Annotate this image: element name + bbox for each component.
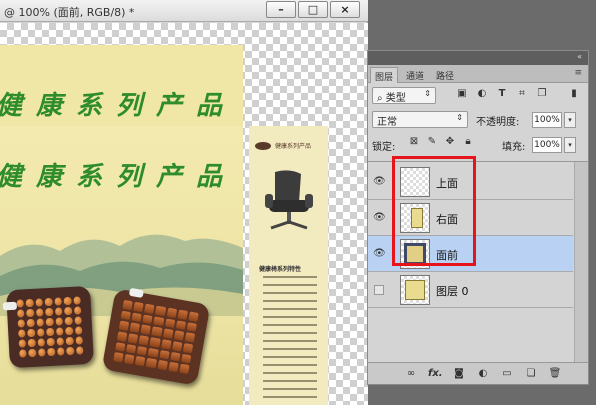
chevron-updown-icon: ⇕: [424, 89, 431, 98]
minimize-button[interactable]: –: [266, 1, 296, 18]
filter-type-select[interactable]: ⌕ 类型 ⇕: [372, 87, 436, 104]
lock-label: 锁定:: [372, 142, 396, 153]
opacity-dropdown-icon[interactable]: ▾: [564, 112, 576, 128]
layer-row-layer0[interactable]: 图层 0: [368, 272, 573, 308]
folder-icon[interactable]: ▭: [500, 367, 514, 381]
filter-row: ⌕ 类型 ⇕ ▣ ◐ T ⌗ ❐ ▮: [368, 85, 588, 107]
tab-channels[interactable]: 通道: [402, 67, 428, 83]
filter-type-value: 类型: [385, 93, 406, 104]
image-filter-icon[interactable]: ▣: [456, 88, 468, 100]
canvas-area[interactable]: 健康系列产品 健康系列产品 健康系列产品 健康椅系列特性: [0, 23, 368, 405]
brand-logo: [255, 142, 271, 150]
fx-icon[interactable]: fx.: [428, 367, 443, 381]
adjustment-icon[interactable]: ◐: [476, 367, 490, 381]
massage-mat-image: [2, 285, 94, 369]
filter-toggle-icon[interactable]: ▮: [568, 88, 580, 100]
smart-object-filter-icon[interactable]: ❐: [536, 88, 548, 100]
close-button[interactable]: ×: [330, 1, 360, 18]
trash-icon[interactable]: 🗑︎: [548, 367, 562, 381]
side-panel-artwork: 健康系列产品 健康椅系列特性: [249, 126, 328, 405]
opacity-input[interactable]: 100%: [532, 112, 562, 128]
mat-tiles: [113, 299, 199, 375]
document-window: @ 100% (面前, RGB/8) * – □ × 健康系列产品 健康系列产品: [0, 0, 368, 405]
side-body-text: [263, 276, 317, 404]
tab-layers[interactable]: 图层: [370, 67, 399, 83]
window-controls: – □ ×: [266, 1, 360, 18]
lock-brush-icon[interactable]: ✎: [426, 136, 438, 148]
front-panel-title: 健康系列产品: [0, 162, 237, 192]
collapse-panel-icon[interactable]: «: [577, 52, 582, 61]
document-title: @ 100% (面前, RGB/8) *: [4, 6, 135, 19]
side-heading: 健康椅系列特性: [259, 266, 302, 273]
lock-row: 锁定: ⊠ ✎ ✥ 🔒︎ 填充: 100% ▾: [368, 134, 588, 156]
blend-mode-value: 正常: [377, 117, 397, 128]
annotation-highlight-box: [392, 156, 476, 266]
lock-transparent-icon[interactable]: ⊠: [408, 136, 420, 148]
layer-list-scrollbar[interactable]: [574, 162, 588, 372]
visibility-off-box[interactable]: [374, 285, 384, 295]
visibility-eye-icon[interactable]: 👁︎: [373, 176, 386, 188]
search-icon: ⌕: [377, 93, 386, 104]
panel-tabs: 图层 通道 路径 ≡: [368, 65, 588, 83]
side-brand-text: 健康系列产品: [275, 143, 312, 150]
panel-header[interactable]: «: [368, 51, 588, 65]
top-panel-title: 健康系列产品: [0, 91, 237, 121]
chair-image: [265, 170, 313, 230]
shape-filter-icon[interactable]: ⌗: [516, 88, 528, 100]
type-filter-icon[interactable]: T: [496, 88, 508, 100]
lock-all-icon[interactable]: 🔒︎: [462, 136, 474, 148]
layer-thumbnail: [400, 275, 430, 305]
lock-position-icon[interactable]: ✥: [444, 136, 456, 148]
fill-dropdown-icon[interactable]: ▾: [564, 137, 576, 153]
restore-button[interactable]: □: [298, 1, 328, 18]
fill-input[interactable]: 100%: [532, 137, 562, 153]
new-layer-icon[interactable]: ❏: [524, 367, 538, 381]
layer-name[interactable]: 图层 0: [436, 283, 469, 299]
massage-mat-image: [101, 287, 211, 386]
link-icon[interactable]: ∞: [404, 367, 418, 381]
fill-label: 填充:: [502, 142, 526, 153]
chevron-updown-icon: ⇕: [456, 113, 463, 122]
front-panel-artwork: 健康系列产品: [0, 126, 243, 405]
tab-paths[interactable]: 路径: [432, 67, 458, 83]
layers-bottom-bar: ∞ fx. ◙ ◐ ▭ ❏ 🗑︎: [368, 362, 588, 384]
mask-icon[interactable]: ◙: [452, 367, 466, 381]
opacity-label: 不透明度:: [476, 117, 520, 128]
visibility-eye-icon[interactable]: 👁︎: [373, 212, 386, 224]
blend-mode-select[interactable]: 正常 ⇕: [372, 111, 468, 128]
mat-dots: [16, 296, 84, 358]
blend-row: 正常 ⇕ 不透明度: 100% ▾: [368, 109, 588, 131]
visibility-eye-icon[interactable]: 👁︎: [373, 248, 386, 260]
document-titlebar[interactable]: @ 100% (面前, RGB/8) * – □ ×: [0, 0, 368, 22]
photoshop-screen: @ 100% (面前, RGB/8) * – □ × 健康系列产品 健康系列产品: [0, 0, 596, 405]
panel-menu-icon[interactable]: ≡: [574, 68, 582, 78]
adjustment-filter-icon[interactable]: ◐: [476, 88, 488, 100]
